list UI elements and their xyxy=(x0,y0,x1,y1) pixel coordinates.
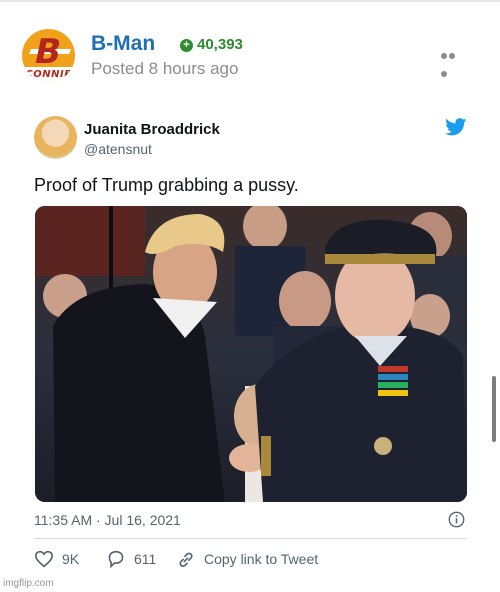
tweet-author-handle[interactable]: @atensnut xyxy=(84,141,152,158)
like-count: 9K xyxy=(62,551,80,567)
tweet-photo-illustration xyxy=(35,206,467,502)
tweet-timestamp[interactable]: 11:35 AM · Jul 16, 2021 xyxy=(34,512,181,529)
copy-link-button[interactable]: Copy link to Tweet xyxy=(176,549,318,569)
user-avatar[interactable]: B CONNIE xyxy=(22,29,75,82)
tweet-author-name[interactable]: Juanita Broaddrick xyxy=(84,121,220,139)
heart-icon xyxy=(34,550,54,568)
like-button[interactable]: 9K xyxy=(34,549,79,569)
reply-icon xyxy=(108,550,124,568)
post-username[interactable]: B-Man xyxy=(91,33,155,55)
post-header: B CONNIE B-Man + 40,393 Posted 8 hours a… xyxy=(0,0,500,100)
more-icon[interactable] xyxy=(441,46,463,77)
post-time: Posted 8 hours ago xyxy=(91,59,239,78)
plus-circle-icon: + xyxy=(180,38,193,52)
info-icon[interactable] xyxy=(448,511,465,528)
avatar-logo-text: CONNIE xyxy=(22,67,75,82)
tweet-photo[interactable] xyxy=(35,206,467,502)
reply-count: 611 xyxy=(134,551,157,567)
user-points: + 40,393 xyxy=(180,36,243,54)
tweet-divider xyxy=(34,538,466,539)
link-icon xyxy=(179,552,193,568)
watermark: imgflip.com xyxy=(3,578,54,589)
user-points-value: 40,393 xyxy=(197,36,243,53)
scrollbar[interactable] xyxy=(492,376,496,442)
copy-link-label: Copy link to Tweet xyxy=(204,551,319,567)
tweet-text: Proof of Trump grabbing a pussy. xyxy=(34,175,299,195)
tweet-author-avatar[interactable] xyxy=(34,116,77,159)
avatar-logo-letter: B xyxy=(30,32,66,72)
reply-button[interactable]: 611 xyxy=(106,549,156,569)
twitter-bird-icon[interactable] xyxy=(445,118,467,136)
